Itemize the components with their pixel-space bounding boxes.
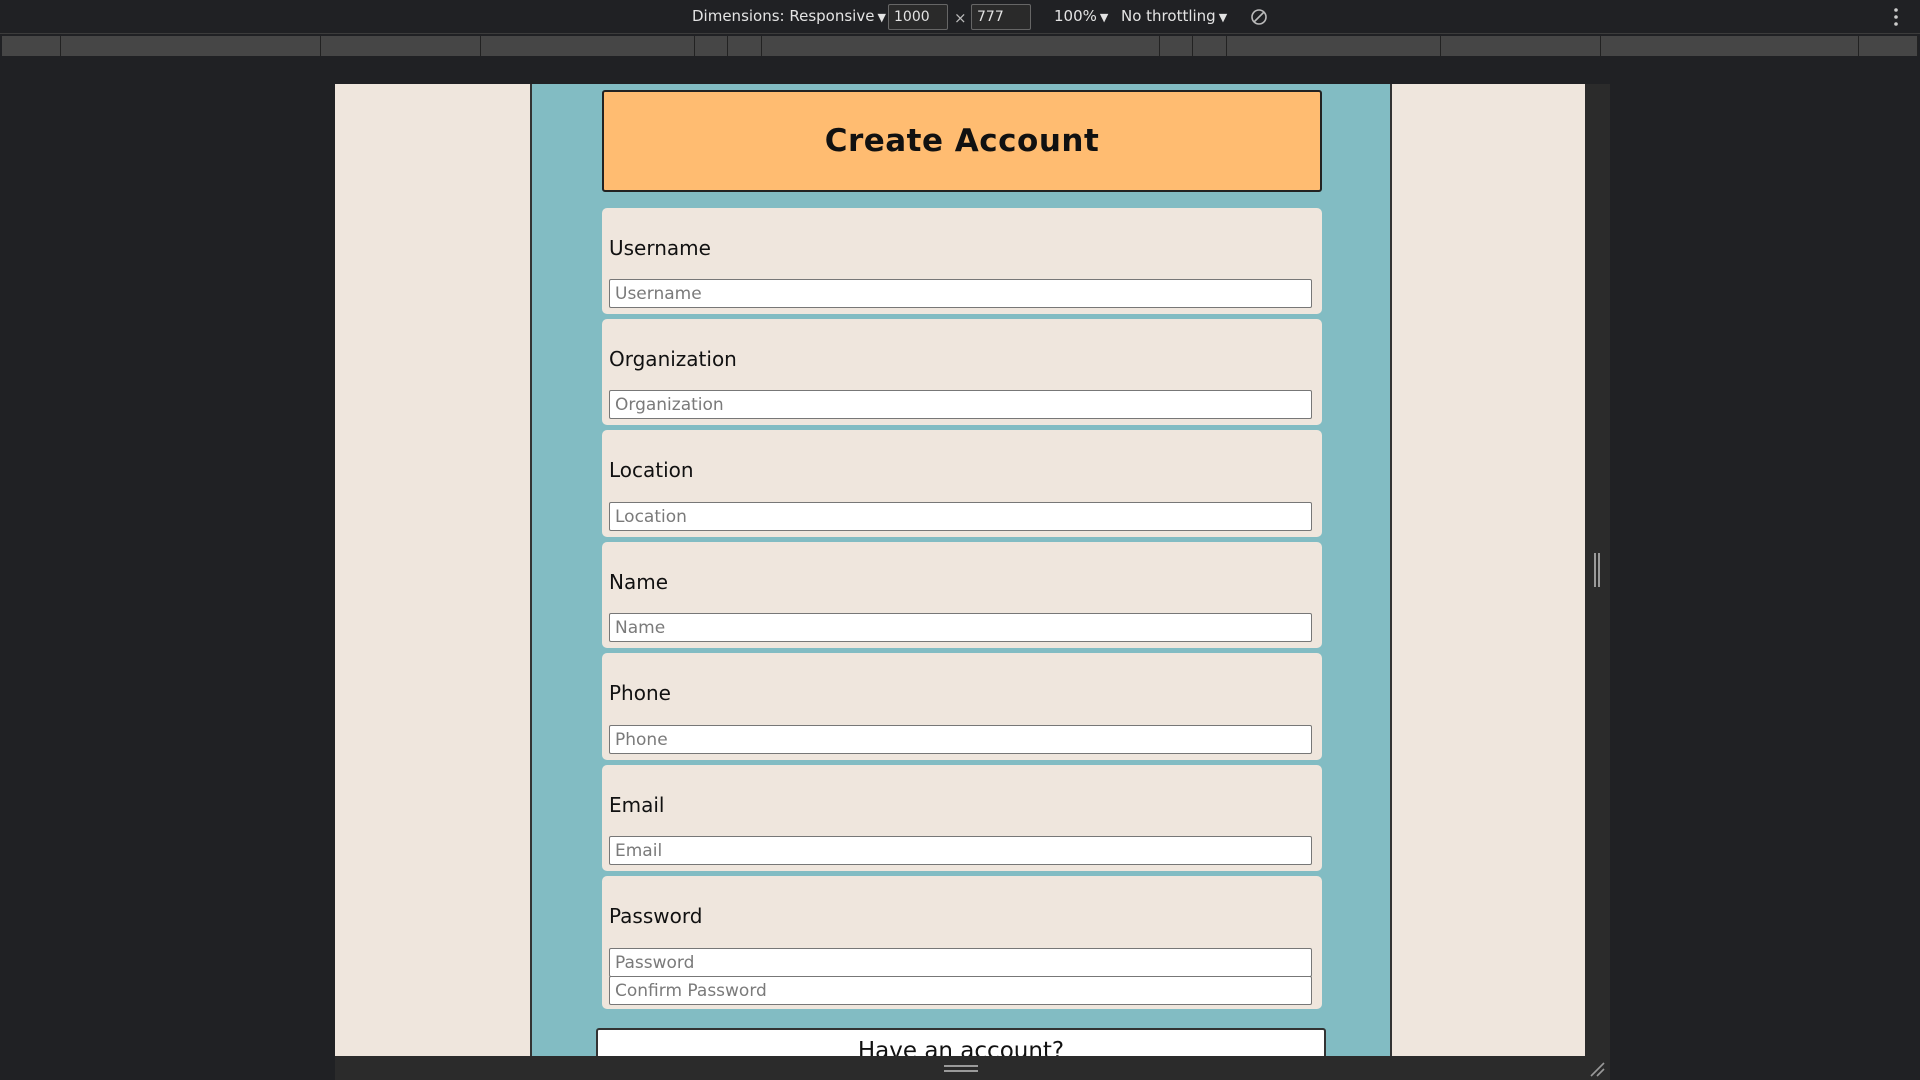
title-banner: Create Account bbox=[602, 90, 1322, 192]
email-input[interactable] bbox=[609, 836, 1312, 865]
media-query-segment[interactable] bbox=[728, 36, 762, 56]
times-sign: × bbox=[954, 9, 967, 27]
media-query-segment[interactable] bbox=[1193, 36, 1227, 56]
resize-corner-icon[interactable] bbox=[1588, 1060, 1606, 1078]
password-input[interactable] bbox=[609, 948, 1312, 977]
organization-input[interactable] bbox=[609, 390, 1312, 419]
media-query-segment[interactable] bbox=[762, 36, 1160, 56]
page-viewport: Create Account Username Organization Loc… bbox=[335, 84, 1585, 1056]
device-toolbar: Dimensions: Responsive▼ × 100%▼ No throt… bbox=[0, 0, 1920, 34]
throttling-dropdown[interactable]: No throttling ▼ bbox=[1121, 7, 1227, 25]
more-options-icon[interactable] bbox=[1892, 6, 1900, 28]
media-query-bar bbox=[2, 36, 1918, 56]
width-input[interactable] bbox=[888, 4, 948, 30]
media-query-segment[interactable] bbox=[481, 36, 695, 56]
name-input[interactable] bbox=[609, 613, 1312, 642]
phone-field-group: Phone bbox=[602, 653, 1322, 760]
phone-input[interactable] bbox=[609, 725, 1312, 754]
email-label: Email bbox=[609, 793, 665, 817]
phone-label: Phone bbox=[609, 681, 671, 705]
username-label: Username bbox=[609, 236, 711, 260]
password-label: Password bbox=[609, 904, 703, 928]
media-query-segment[interactable] bbox=[2, 36, 61, 56]
page-title: Create Account bbox=[824, 123, 1100, 159]
password-field-group: Password bbox=[602, 876, 1322, 1009]
email-field-group: Email bbox=[602, 765, 1322, 871]
vertical-resize-handle[interactable] bbox=[1594, 553, 1600, 587]
media-query-segment[interactable] bbox=[1601, 36, 1859, 56]
media-query-segment[interactable] bbox=[1160, 36, 1193, 56]
confirm-password-input[interactable] bbox=[609, 976, 1312, 1005]
form-column: Create Account Username Organization Loc… bbox=[530, 84, 1392, 1056]
media-query-segment[interactable] bbox=[1441, 36, 1601, 56]
location-input[interactable] bbox=[609, 502, 1312, 531]
organization-field-group: Organization bbox=[602, 319, 1322, 425]
horizontal-resize-handle[interactable] bbox=[944, 1065, 978, 1072]
name-field-group: Name bbox=[602, 542, 1322, 648]
media-query-segment[interactable] bbox=[61, 36, 321, 56]
rotate-icon[interactable] bbox=[1250, 8, 1268, 26]
username-input[interactable] bbox=[609, 279, 1312, 308]
location-field-group: Location bbox=[602, 430, 1322, 537]
dimensions-label: Dimensions: Responsive bbox=[692, 7, 875, 25]
media-query-segment[interactable] bbox=[321, 36, 481, 56]
media-query-segment[interactable] bbox=[1859, 36, 1918, 56]
zoom-dropdown[interactable]: 100% ▼ bbox=[1054, 7, 1108, 25]
name-label: Name bbox=[609, 570, 669, 594]
organization-label: Organization bbox=[609, 347, 737, 371]
media-query-segment[interactable] bbox=[695, 36, 728, 56]
throttling-label: No throttling bbox=[1121, 7, 1216, 25]
username-field-group: Username bbox=[602, 208, 1322, 314]
dimensions-dropdown[interactable]: Dimensions: Responsive ▼ bbox=[692, 7, 886, 25]
throttling-chevron-down-icon: ▼ bbox=[1218, 11, 1228, 24]
zoom-label: 100% bbox=[1054, 7, 1097, 25]
location-label: Location bbox=[609, 458, 694, 482]
zoom-chevron-down-icon: ▼ bbox=[1099, 11, 1109, 24]
have-account-button[interactable]: Have an account? bbox=[596, 1028, 1326, 1056]
height-input[interactable] bbox=[971, 4, 1031, 30]
dimensions-chevron-down-icon: ▼ bbox=[877, 11, 886, 24]
media-query-segment[interactable] bbox=[1227, 36, 1441, 56]
